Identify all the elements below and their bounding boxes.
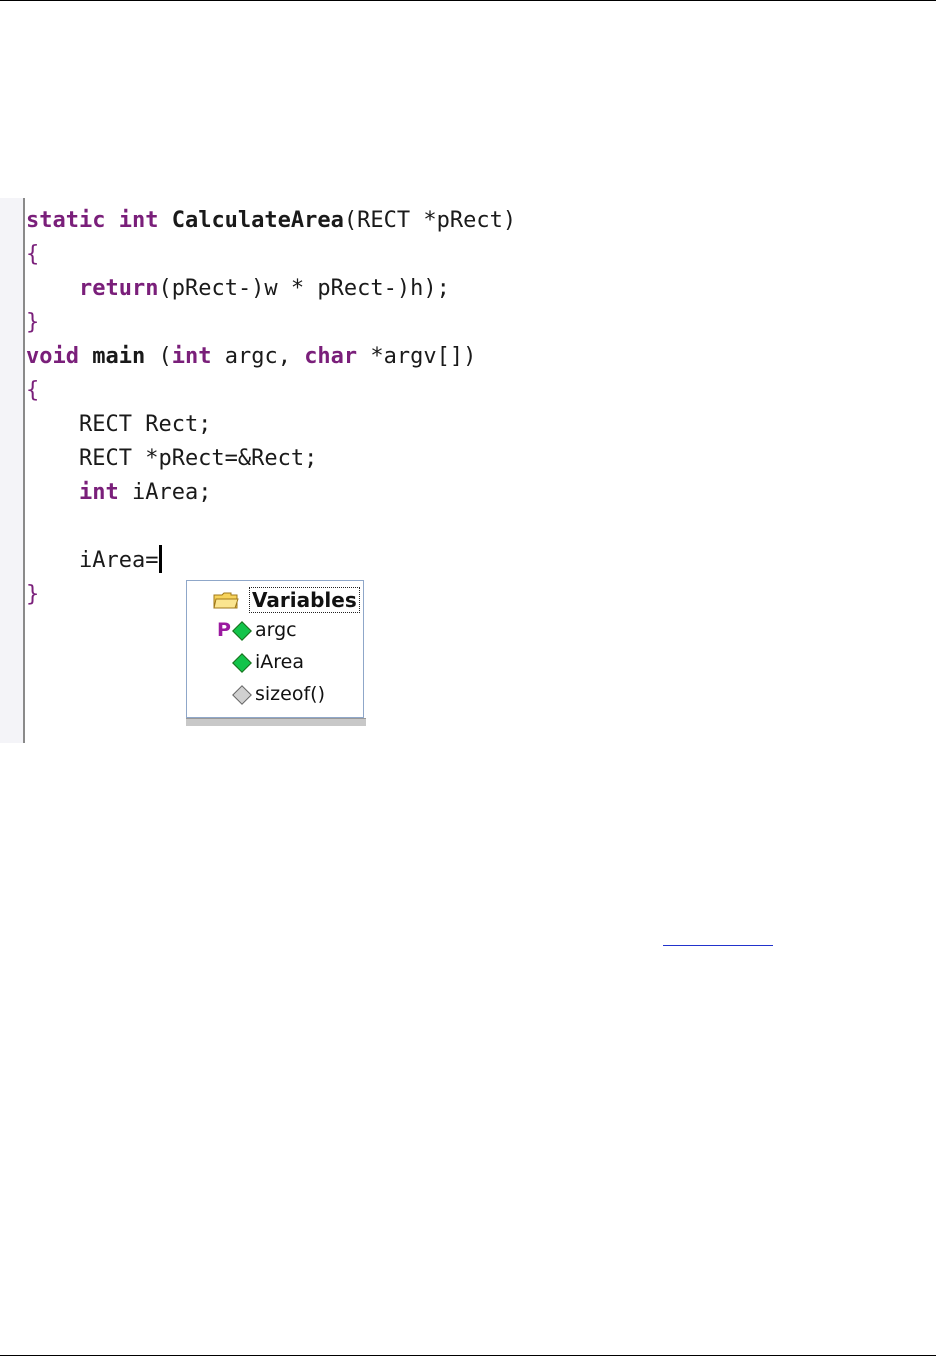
code-brace: } bbox=[26, 582, 40, 607]
code-brace: } bbox=[26, 310, 40, 335]
autocomplete-item-argc[interactable]: P argc bbox=[187, 615, 363, 645]
code-identifier: main bbox=[92, 344, 146, 369]
green-diamond-icon bbox=[232, 621, 252, 641]
text-cursor bbox=[159, 545, 163, 573]
autocomplete-item-iarea[interactable]: iArea bbox=[187, 647, 363, 677]
parameter-badge: P bbox=[217, 619, 231, 641]
code-line[interactable]: { bbox=[26, 374, 516, 408]
code-text: *argv[]) bbox=[357, 344, 477, 369]
autocomplete-item-label: argc bbox=[255, 619, 297, 641]
code-keyword: static int bbox=[26, 208, 172, 233]
page-top-rule bbox=[0, 0, 936, 1]
code-line[interactable]: return(pRect-)w * pRect-)h); bbox=[26, 272, 516, 306]
code-brace: { bbox=[26, 378, 40, 403]
code-text: RECT Rect; bbox=[26, 412, 212, 437]
code-keyword: int bbox=[171, 344, 212, 369]
autocomplete-header[interactable]: Variables bbox=[187, 583, 363, 613]
gutter-divider bbox=[23, 198, 25, 743]
code-text: iArea= bbox=[26, 548, 159, 573]
code-text: iArea; bbox=[118, 480, 212, 505]
code-keyword: int bbox=[78, 480, 119, 505]
code-text: (RECT *pRect) bbox=[343, 208, 517, 233]
autocomplete-shadow bbox=[186, 718, 366, 726]
autocomplete-header-label: Variables bbox=[249, 587, 360, 613]
code-line[interactable]: RECT *pRect=&Rect; bbox=[26, 442, 516, 476]
folder-icon bbox=[213, 592, 239, 609]
code-text: argc, bbox=[211, 344, 305, 369]
code-area[interactable]: static int CalculateArea(RECT *pRect) { r… bbox=[26, 204, 516, 612]
code-line[interactable]: } bbox=[26, 306, 516, 340]
code-line[interactable]: static int CalculateArea(RECT *pRect) bbox=[26, 204, 516, 238]
code-brace: { bbox=[26, 242, 40, 267]
code-line[interactable]: RECT Rect; bbox=[26, 408, 516, 442]
code-text: (pRect-)w * pRect-)h); bbox=[158, 276, 450, 301]
code-line[interactable]: iArea= bbox=[26, 544, 516, 578]
autocomplete-item-label: sizeof() bbox=[255, 683, 325, 705]
code-keyword: return bbox=[78, 276, 159, 301]
code-line[interactable] bbox=[26, 510, 516, 544]
gray-diamond-icon bbox=[232, 685, 252, 705]
editor-gutter bbox=[0, 198, 24, 743]
code-keyword: char bbox=[304, 344, 358, 369]
code-identifier: CalculateArea bbox=[171, 208, 344, 233]
code-keyword: void bbox=[26, 344, 93, 369]
autocomplete-popup[interactable]: Variables P argc iArea sizeof() bbox=[186, 580, 364, 718]
code-editor[interactable]: static int CalculateArea(RECT *pRect) { r… bbox=[0, 198, 936, 743]
code-text: ( bbox=[145, 344, 172, 369]
autocomplete-item-sizeof[interactable]: sizeof() bbox=[187, 679, 363, 709]
link-underline[interactable] bbox=[663, 945, 773, 946]
page-bottom-rule bbox=[0, 1355, 936, 1356]
autocomplete-item-label: iArea bbox=[255, 651, 305, 673]
code-line[interactable]: { bbox=[26, 238, 516, 272]
code-line[interactable]: int iArea; bbox=[26, 476, 516, 510]
code-text: RECT *pRect=&Rect; bbox=[26, 446, 318, 471]
code-line[interactable]: void main (int argc, char *argv[]) bbox=[26, 340, 516, 374]
green-diamond-icon bbox=[232, 653, 252, 673]
